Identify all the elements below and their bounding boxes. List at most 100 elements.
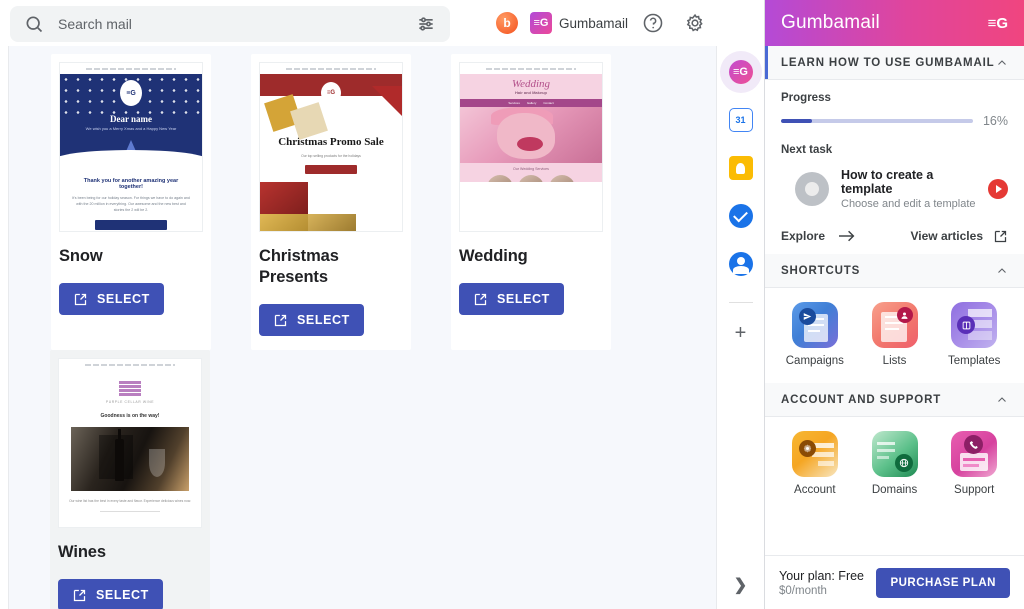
tasks-icon[interactable] xyxy=(728,204,753,228)
template-card[interactable]: Wedding Hair and Makeup Services Gallery C… xyxy=(451,54,611,351)
topbar-actions: b ≡G Gumbamail xyxy=(496,0,795,46)
divider xyxy=(728,302,753,303)
template-gallery: ≡G Dear name We wish you a Merry Xmas an… xyxy=(0,46,716,609)
search-icon xyxy=(26,16,43,33)
explore-row: Explore View articles xyxy=(781,228,1008,244)
chevron-up-icon[interactable] xyxy=(996,265,1008,277)
progress-bar-fill xyxy=(781,119,812,123)
section-label: LEARN HOW TO USE GUMBAMAIL xyxy=(781,56,995,69)
select-button[interactable]: SELECT xyxy=(59,283,164,316)
section-header-account[interactable]: ACCOUNT AND SUPPORT xyxy=(765,383,1024,417)
view-articles-link[interactable]: View articles xyxy=(911,229,1009,244)
shortcut-lists[interactable]: Lists xyxy=(855,302,935,367)
task-title: How to create a template xyxy=(841,168,934,196)
preview-text: Our top selling products for the holiday… xyxy=(301,154,361,159)
calendar-icon[interactable]: 31 xyxy=(728,108,753,132)
youtube-play-icon[interactable] xyxy=(988,179,1008,199)
select-button-label: SELECT xyxy=(497,292,550,307)
chevron-up-icon[interactable] xyxy=(996,57,1008,69)
progress-label: Progress xyxy=(781,92,831,104)
chevron-up-icon[interactable] xyxy=(996,394,1008,406)
support-icon xyxy=(951,431,998,477)
search-bar[interactable] xyxy=(10,6,450,42)
view-articles-label: View articles xyxy=(910,229,984,243)
gumbamail-logo-icon: ≡G xyxy=(987,14,1008,32)
gumbamail-logo-icon: ≡G xyxy=(530,12,552,34)
progress-percent: 16% xyxy=(982,114,1008,128)
preview-text: Our wine list has the best in every tast… xyxy=(69,499,191,504)
select-button-label: SELECT xyxy=(97,292,150,307)
task-subtitle: Choose and edit a template xyxy=(841,198,976,210)
shortcut-campaigns[interactable]: Campaigns xyxy=(775,302,855,367)
template-title: Wedding xyxy=(459,247,528,265)
preview-text: PURPLE CELLAR WINE xyxy=(105,400,155,405)
account-icon xyxy=(791,431,838,477)
gumbamail-side-panel: Gumbamail ≡G LEARN HOW TO USE GUMBAMAIL … xyxy=(764,0,1024,609)
panel-title: Gumbamail xyxy=(781,12,880,33)
preview-text: It's been being for our holiday season. … xyxy=(72,196,190,213)
explore-link[interactable]: Explore xyxy=(781,228,857,244)
panel-header: Gumbamail ≡G xyxy=(765,0,1024,46)
learn-section-body: Progress 16% Next task How to create a t… xyxy=(765,80,1024,254)
shortcut-label: Account xyxy=(794,484,836,496)
gumbamail-chip-label: Gumbamail xyxy=(559,15,629,31)
plan-footer-bar: Your plan: Free $0/month PURCHASE PLAN xyxy=(765,555,1024,609)
expand-panel-chevron-icon[interactable]: ❯ xyxy=(734,575,747,595)
gumbamail-chip[interactable]: ≡G Gumbamail xyxy=(530,12,628,34)
tune-filter-icon[interactable] xyxy=(416,14,436,34)
external-link-icon xyxy=(73,589,86,601)
template-card-grid: ≡G Dear name We wish you a Merry Xmas an… xyxy=(10,54,710,609)
select-button[interactable]: SELECT xyxy=(259,304,364,337)
select-button[interactable]: SELECT xyxy=(459,283,564,316)
template-card[interactable]: ≡G Dear name We wish you a Merry Xmas an… xyxy=(51,54,211,351)
section-label: SHORTCUTS xyxy=(781,264,861,277)
shortcut-label: Domains xyxy=(871,484,918,496)
contacts-icon[interactable] xyxy=(728,252,753,276)
help-circle-icon[interactable] xyxy=(642,12,664,34)
donate-icon[interactable]: b xyxy=(496,12,518,34)
shortcut-label: Support xyxy=(954,484,995,496)
select-button[interactable]: SELECT xyxy=(58,579,163,609)
section-header-learn[interactable]: LEARN HOW TO USE GUMBAMAIL xyxy=(765,46,1024,80)
app-side-strip: ≡G 31 + ❯ xyxy=(716,46,764,609)
external-link-icon xyxy=(994,230,1007,242)
section-header-shortcuts[interactable]: SHORTCUTS xyxy=(765,254,1024,288)
preview-text: Thank you for another amazing year toget… xyxy=(83,178,179,190)
template-preview-snow: ≡G Dear name We wish you a Merry Xmas an… xyxy=(59,62,203,232)
external-link-icon xyxy=(74,293,87,305)
search-input[interactable] xyxy=(58,16,416,32)
account-support-tiles: Account Domains Support xyxy=(765,417,1024,512)
preview-text: Wedding xyxy=(511,78,551,90)
campaigns-icon xyxy=(791,302,838,348)
plan-name: Your plan: Free xyxy=(779,568,865,583)
template-title: Snow xyxy=(59,247,103,265)
shortcuts-tiles: Campaigns Lists Templates xyxy=(765,288,1024,383)
template-card[interactable]: PURPLE CELLAR WINE Goodness is on the wa… xyxy=(50,350,210,609)
purchase-plan-button[interactable]: PURCHASE PLAN xyxy=(876,567,1010,598)
shortcut-account[interactable]: Account xyxy=(775,431,855,496)
shortcut-support[interactable]: Support xyxy=(934,431,1014,496)
shortcut-label: Templates xyxy=(947,355,1001,367)
apps-grid-icon[interactable] xyxy=(726,13,746,33)
preview-text: Hair and Makeup xyxy=(514,90,547,95)
progress-bar xyxy=(781,119,973,123)
shortcut-domains[interactable]: Domains xyxy=(855,431,935,496)
plan-price: $0/month xyxy=(779,584,827,597)
arrow-right-icon xyxy=(839,230,855,242)
templates-icon xyxy=(951,302,998,348)
shortcut-templates[interactable]: Templates xyxy=(934,302,1014,367)
gallery-left-edge xyxy=(0,46,9,609)
domains-icon xyxy=(871,431,918,477)
external-link-icon xyxy=(474,293,487,305)
gear-icon[interactable] xyxy=(684,12,706,34)
template-card[interactable]: ≡G Christmas Promo Sale Our top selling … xyxy=(251,54,411,351)
shortcut-label: Lists xyxy=(882,355,907,367)
progress-row: 16% xyxy=(781,114,1008,128)
next-task-row[interactable]: How to create a template Choose and edit… xyxy=(781,168,1008,210)
explore-label: Explore xyxy=(781,229,826,243)
template-preview-wines: PURPLE CELLAR WINE Goodness is on the wa… xyxy=(58,358,202,529)
preview-text: Dear name xyxy=(109,114,153,124)
add-app-button[interactable]: + xyxy=(735,323,747,343)
keep-icon[interactable] xyxy=(728,156,753,180)
gumbamail-app-icon[interactable]: ≡G xyxy=(728,60,753,84)
